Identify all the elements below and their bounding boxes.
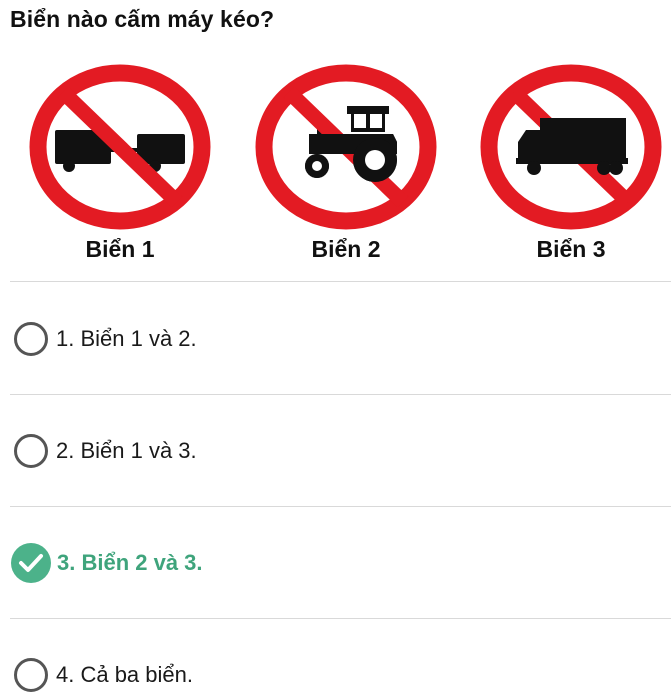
sign-1-label: Biển 1 [85, 236, 155, 262]
divider [10, 281, 671, 282]
answer-option-1[interactable]: 1. Biển 1 và 2. [14, 319, 197, 359]
divider [10, 618, 671, 619]
divider [10, 506, 671, 507]
sign-3: Biển 3 [476, 62, 666, 262]
no-trailer-icon [29, 64, 211, 230]
checkmark-icon [19, 554, 43, 572]
sign-gallery: Biển 1 Biển 2 Biển 3 [0, 62, 671, 272]
radio-unchecked-icon[interactable] [14, 658, 48, 692]
divider [10, 394, 671, 395]
radio-unchecked-icon[interactable] [14, 434, 48, 468]
answer-option-3[interactable]: 3. Biển 2 và 3. [11, 543, 203, 583]
no-truck-icon [480, 64, 662, 230]
question-title: Biển nào cấm máy kéo? [10, 6, 275, 32]
answer-option-3-label: 3. Biển 2 và 3. [57, 550, 203, 575]
answer-option-4[interactable]: 4. Cả ba biển. [14, 655, 193, 695]
answer-option-2[interactable]: 2. Biển 1 và 3. [14, 431, 197, 471]
no-tractor-icon [255, 64, 437, 230]
sign-2-label: Biển 2 [311, 236, 381, 262]
radio-unchecked-icon[interactable] [14, 322, 48, 356]
sign-1: Biển 1 [25, 62, 215, 262]
answer-option-2-label: 2. Biển 1 và 3. [56, 438, 197, 463]
sign-3-label: Biển 3 [536, 236, 606, 262]
check-circle-icon[interactable] [11, 543, 51, 583]
sign-2: Biển 2 [251, 62, 441, 262]
answer-option-1-label: 1. Biển 1 và 2. [56, 326, 197, 351]
answer-option-4-label: 4. Cả ba biển. [56, 662, 193, 687]
